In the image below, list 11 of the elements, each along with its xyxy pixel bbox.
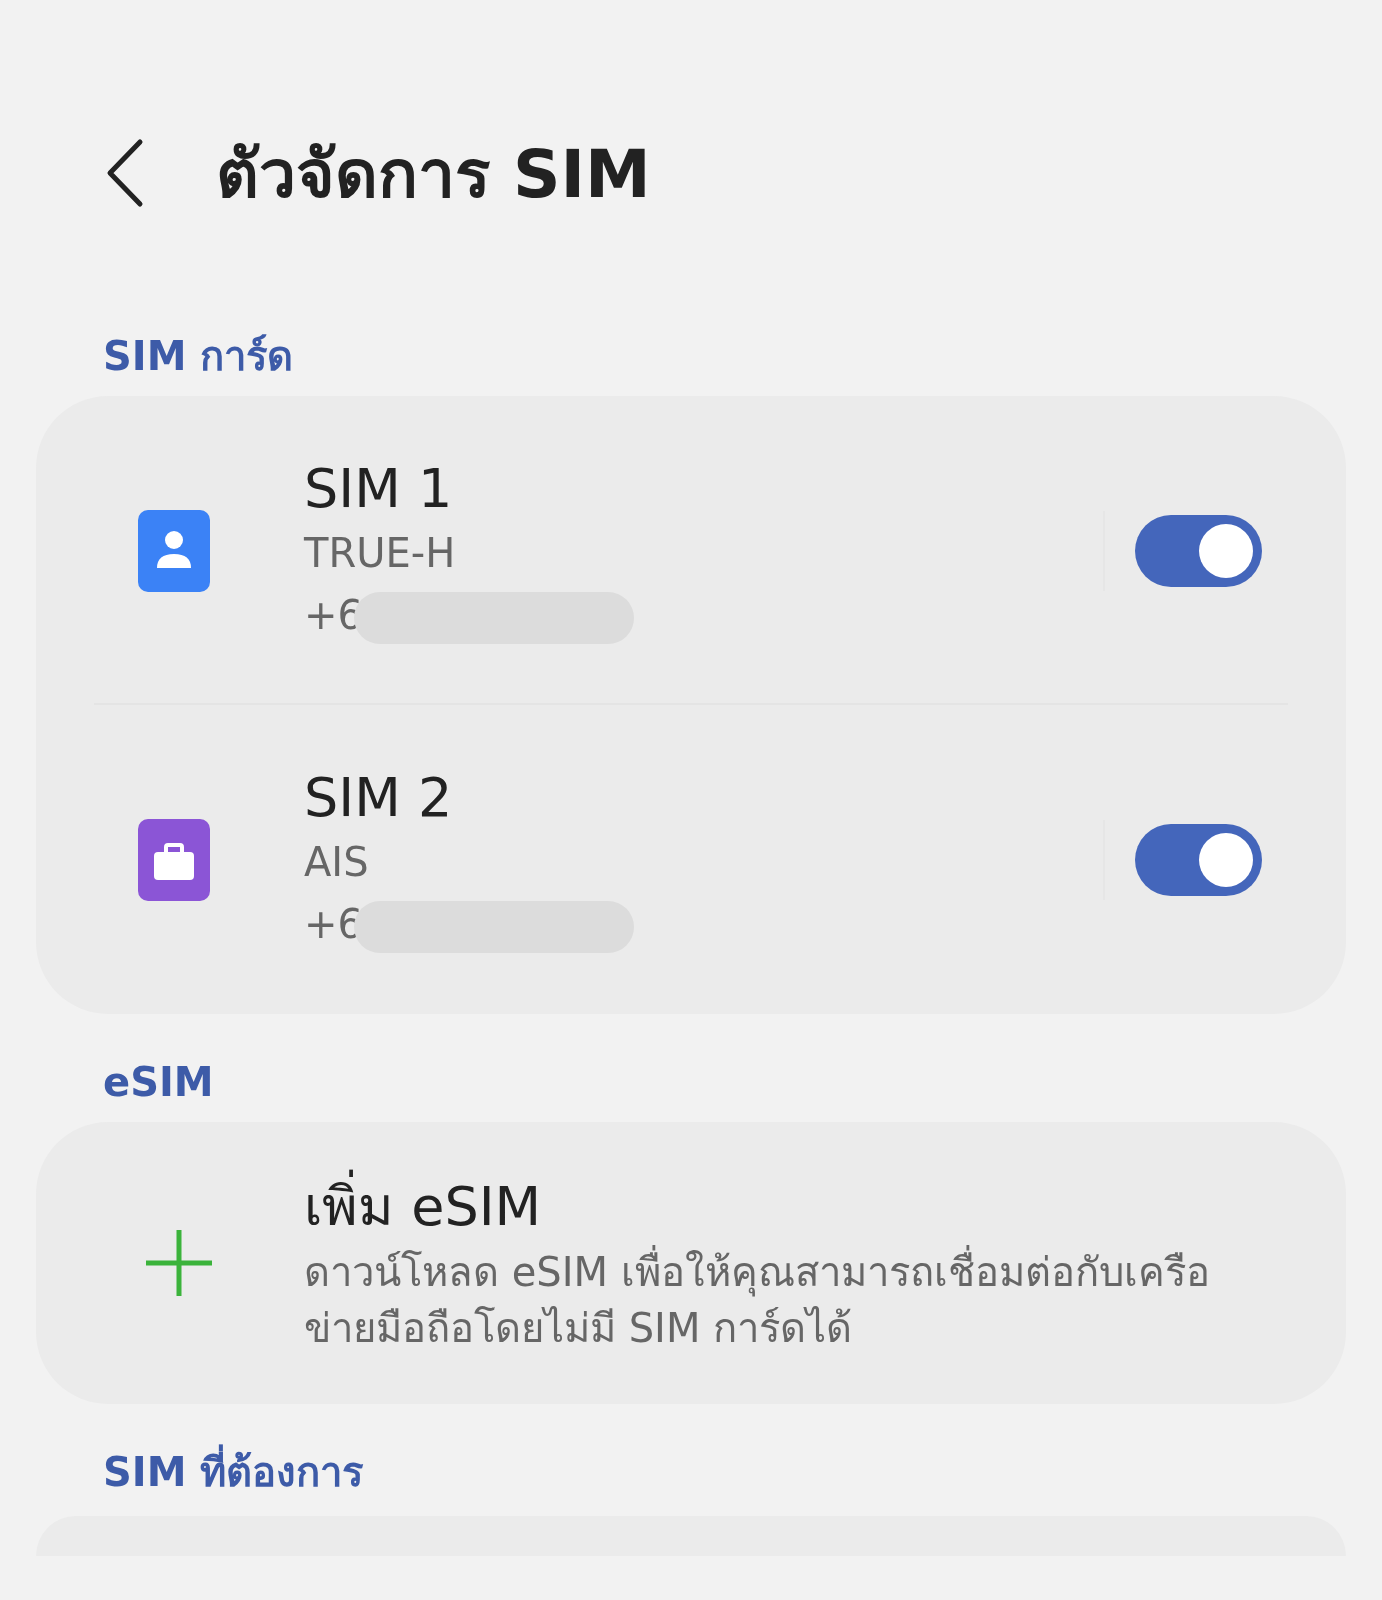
section-label: SIM ที่ต้องการ <box>103 1440 364 1504</box>
sim-name: SIM 2 <box>304 764 454 831</box>
page-title: ตัวจัดการ SIM <box>216 134 651 215</box>
sim-name: SIM 1 <box>304 455 454 522</box>
add-esim-description: ดาวน์โหลด eSIM เพื่อให้คุณสามารถเชื่อมต่อกับเครือข่ายมือถือโดยไม่มี SIM การ์ดได้ <box>304 1244 1262 1356</box>
carrier-name: TRUE-H <box>304 528 457 578</box>
carrier-name: AIS <box>304 837 370 887</box>
plus-icon <box>146 1230 212 1296</box>
section-label: SIM การ์ด <box>103 332 294 381</box>
section-label: eSIM <box>103 1058 214 1107</box>
add-esim-title[interactable]: เพิ่ม eSIM <box>304 1170 1262 1244</box>
